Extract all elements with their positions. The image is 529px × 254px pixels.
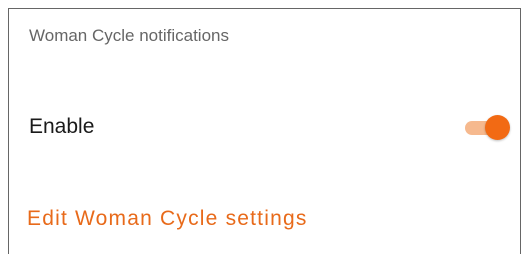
- toggle-thumb: [485, 115, 510, 140]
- enable-label: Enable: [29, 115, 95, 138]
- notification-settings-panel: Woman Cycle notifications Enable Edit Wo…: [8, 8, 521, 254]
- section-title: Woman Cycle notifications: [29, 26, 229, 45]
- edit-woman-cycle-settings-link[interactable]: Edit Woman Cycle settings: [27, 207, 308, 231]
- enable-row[interactable]: Enable: [9, 97, 520, 153]
- enable-toggle[interactable]: [463, 113, 511, 141]
